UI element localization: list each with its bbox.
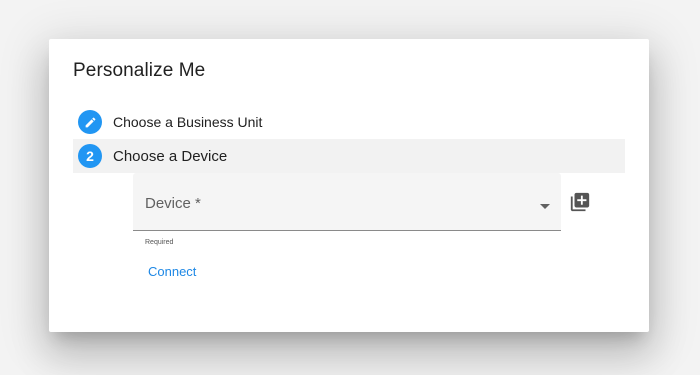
step-2-label: Choose a Device xyxy=(113,147,228,165)
step-2-indicator: 2 xyxy=(78,144,102,168)
device-select-label: Device * xyxy=(145,195,201,212)
step-1-indicator xyxy=(78,110,102,134)
step-1-label: Choose a Business Unit xyxy=(113,114,263,130)
connect-button[interactable]: Connect xyxy=(141,257,203,285)
library-add-icon xyxy=(570,192,590,212)
step-device[interactable]: 2 Choose a Device xyxy=(73,139,625,173)
page-backdrop: Personalize Me Choose a Business Unit 2 … xyxy=(0,0,700,375)
dialog-title: Personalize Me xyxy=(73,60,206,81)
add-device-button[interactable] xyxy=(568,190,592,214)
personalize-dialog: Personalize Me Choose a Business Unit 2 … xyxy=(49,39,649,332)
dropdown-arrow-icon[interactable] xyxy=(540,204,550,209)
step-business-unit[interactable]: Choose a Business Unit xyxy=(73,105,625,139)
device-select[interactable]: Device * xyxy=(133,173,561,231)
edit-icon xyxy=(85,117,95,127)
device-required-hint: Required xyxy=(145,239,174,246)
